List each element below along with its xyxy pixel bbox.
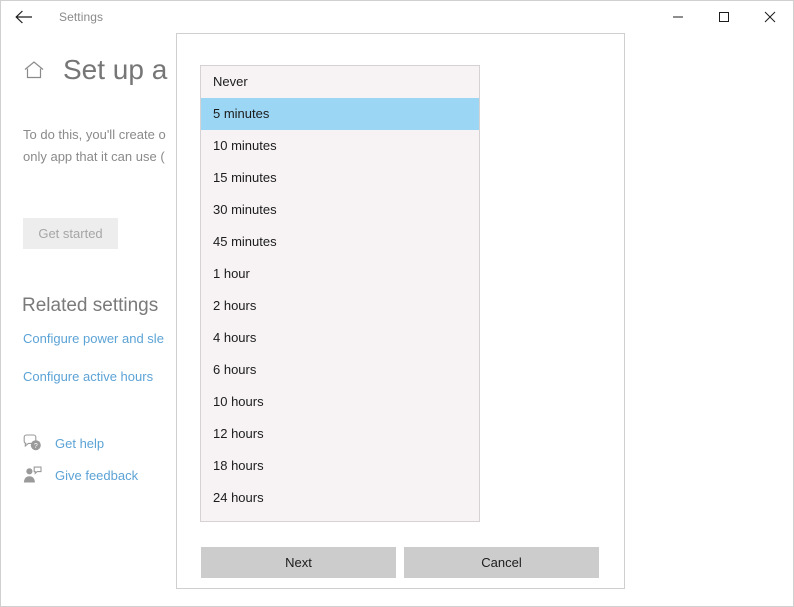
dropdown-option[interactable]: 5 minutes (201, 98, 479, 130)
related-settings-heading: Related settings (22, 295, 159, 316)
dropdown-option[interactable]: 24 hours (201, 482, 479, 514)
close-icon (764, 11, 776, 23)
maximize-button[interactable] (701, 1, 747, 33)
page-description: To do this, you'll create o only app tha… (23, 124, 166, 168)
dropdown-option[interactable]: 30 minutes (201, 194, 479, 226)
dropdown-option[interactable]: 2 hours (201, 290, 479, 322)
minimize-button[interactable] (655, 1, 701, 33)
settings-window: Settings Set up a k To do this, you'll c… (0, 0, 794, 607)
home-icon[interactable] (21, 57, 47, 83)
give-feedback-link[interactable]: Give feedback (22, 465, 138, 485)
help-bubble-icon: ? (22, 433, 42, 453)
dialog-button-row: Next Cancel (201, 547, 599, 578)
back-button[interactable] (1, 1, 47, 33)
maximize-icon (718, 11, 730, 23)
dropdown-option[interactable]: 10 hours (201, 386, 479, 418)
link-configure-active-hours[interactable]: Configure active hours (23, 369, 153, 384)
page-description-line1: To do this, you'll create o (23, 127, 166, 142)
dropdown-option[interactable]: 18 hours (201, 450, 479, 482)
get-help-label: Get help (55, 435, 105, 451)
get-started-button[interactable]: Get started (23, 218, 118, 249)
dropdown-option[interactable]: 6 hours (201, 354, 479, 386)
page-title: Set up a k (63, 54, 190, 85)
page-header: Set up a k (21, 54, 189, 86)
dropdown-option[interactable]: 12 hours (201, 418, 479, 450)
feedback-person-icon (22, 465, 42, 485)
page-description-line2: only app that it can use ( (23, 149, 165, 164)
next-button[interactable]: Next (201, 547, 396, 578)
dropdown-option[interactable]: 45 minutes (201, 226, 479, 258)
title-bar: Settings (1, 1, 793, 33)
app-title: Settings (59, 10, 104, 24)
dropdown-option[interactable]: 4 hours (201, 322, 479, 354)
get-help-link[interactable]: ? Get help (22, 433, 104, 453)
back-arrow-icon (15, 10, 33, 24)
svg-text:?: ? (33, 443, 37, 450)
cancel-button[interactable]: Cancel (404, 547, 599, 578)
dropdown-option[interactable]: 1 hour (201, 258, 479, 290)
give-feedback-label: Give feedback (55, 467, 139, 483)
dropdown-option[interactable]: 15 minutes (201, 162, 479, 194)
minimize-icon (672, 11, 684, 23)
link-configure-power-and-sleep[interactable]: Configure power and sle (23, 331, 164, 346)
setup-dialog: Never 5 minutes 10 minutes 15 minutes 30 min… (176, 33, 625, 589)
close-button[interactable] (747, 1, 793, 33)
dropdown-option[interactable]: Never (201, 66, 479, 98)
dropdown-option[interactable]: 10 minutes (201, 130, 479, 162)
caption-buttons (655, 1, 793, 33)
timeout-dropdown-list[interactable]: Never 5 minutes 10 minutes 15 minutes 30 min… (200, 65, 480, 522)
